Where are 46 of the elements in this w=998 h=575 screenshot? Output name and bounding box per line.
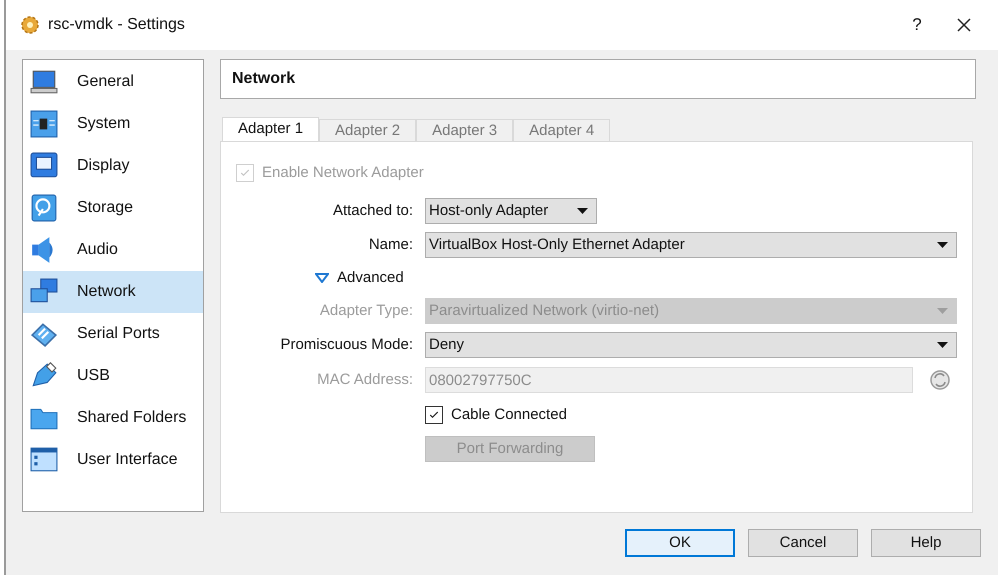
dropdown[interactable]: Deny [425,332,957,358]
sidebar-item[interactable]: Shared Folders [23,397,203,439]
sidebar-item[interactable]: Display [23,145,203,187]
close-icon[interactable] [956,17,972,33]
page-title: Network [232,69,296,89]
caret-icon [577,208,588,214]
dialog-button[interactable]: Cancel [748,529,858,557]
sidebar-item[interactable]: User Interface [23,439,203,481]
checkbox-label: Cable Connected [451,404,567,425]
caret-icon [937,308,948,314]
window-icon [29,446,59,474]
help-button[interactable]: ? [902,12,932,38]
dialog-button[interactable]: Help [871,529,981,557]
refresh-icon[interactable] [929,369,951,391]
field-label: MAC Address: [316,370,414,390]
field-label: Adapter Type: [318,300,414,321]
sidebar-item[interactable]: Serial Ports [23,313,203,355]
sidebar-item[interactable]: Audio [23,229,203,271]
sidebar-item[interactable]: System [23,103,203,145]
sidebar-item[interactable]: USB [23,355,203,397]
field-label: Promiscuous Mode: [279,334,414,355]
dropdown[interactable]: VirtualBox Host-Only Ethernet Adapter [425,232,957,258]
check-icon [428,409,440,421]
sidebar-item[interactable]: Network [23,271,203,313]
field-label: Name: [368,234,414,255]
display-icon [29,152,59,180]
monitor-icon [29,68,59,96]
adapter-tab[interactable]: Adapter 1 [222,117,320,141]
caret-icon [937,342,948,348]
adapter-tab[interactable]: Adapter 3 [416,119,514,141]
sidebar-item[interactable]: General [23,61,203,103]
sidebar-item[interactable]: Storage [23,187,203,229]
adapter-tab[interactable]: Adapter 4 [513,119,610,141]
gear-icon [20,15,40,35]
field-label: Attached to: [332,200,414,221]
dropdown[interactable]: Host-only Adapter [425,198,597,224]
checkbox[interactable] [425,406,443,424]
checkbox-label: Enable Network Adapter [262,162,424,183]
caret-icon [937,242,948,248]
adapter-tab[interactable]: Adapter 2 [319,119,416,141]
check-icon [239,167,251,179]
triangle-icon [315,273,329,283]
window-title: rsc-vmdk - Settings [48,15,185,35]
dialog-button[interactable]: OK [625,529,735,557]
chip-icon [29,110,59,138]
advanced-toggle[interactable]: Advanced [315,266,404,290]
